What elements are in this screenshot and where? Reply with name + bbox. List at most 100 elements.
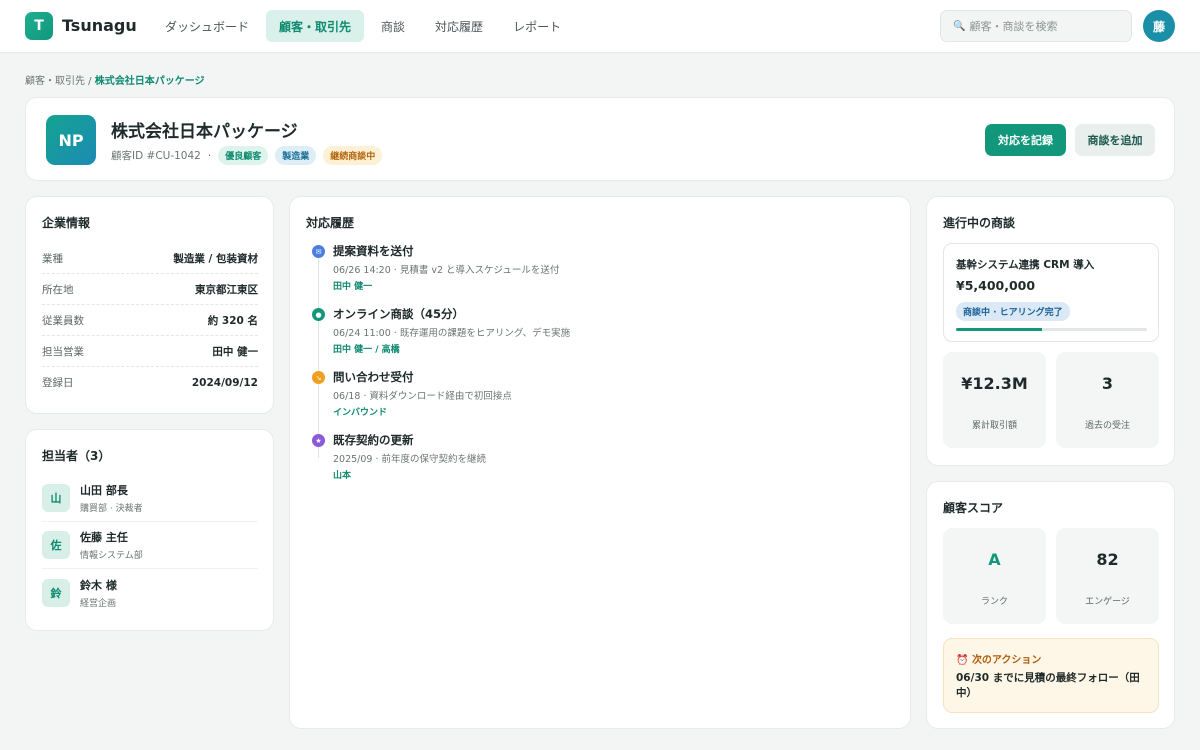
contacts-card: 担当者（3） 山 山田 部長購買部 · 決裁者 佐 佐藤 主任情報システム部 鈴… (25, 429, 274, 631)
stat-value: A (988, 550, 1001, 569)
customer-score-title: 顧客スコア (943, 501, 1004, 515)
stat-label: ランク (980, 597, 1008, 607)
contact-name: 佐藤 主任 (80, 531, 128, 544)
nav-tab-dashboard[interactable]: ダッシュボード (152, 10, 262, 42)
next-action-box[interactable]: ⏰ 次のアクション 06/30 までに見積の最終フォロー（田中） (943, 638, 1159, 713)
contacts-title: 担当者（3） (42, 449, 111, 463)
active-deals-title: 進行中の商談 (943, 216, 1016, 230)
info-row-industry: 業種 製造業 / 包装資材 (42, 243, 258, 274)
timeline-item-owner: インバウンド (333, 408, 388, 418)
contact-avatar: 山 (42, 484, 70, 512)
info-value: 2024/09/12 (191, 376, 258, 389)
tag-industry: 製造業 (275, 146, 317, 165)
star-icon: ★ (312, 434, 325, 447)
stat-value: 82 (1096, 550, 1119, 569)
inbound-icon: ↘ (312, 371, 325, 384)
info-row-sales-rep: 担当営業 田中 健一 (42, 336, 258, 367)
timeline-item-desc: 06/18 · 資料ダウンロード経由で初回接点 (333, 391, 512, 402)
timeline-item-desc: 06/26 14:20 · 見積書 v2 と導入スケジュールを送付 (333, 265, 560, 276)
meta-separator: · (207, 149, 212, 162)
next-action-text: 06/30 までに見積の最終フォロー（田中） (956, 672, 1140, 699)
contact-role: 経営企画 (80, 598, 117, 609)
deal-name: 基幹システム連携 CRM 導入 (956, 259, 1095, 271)
info-key: 業種 (42, 252, 63, 265)
contact-avatar: 鈴 (42, 578, 70, 607)
app-name: Tsunagu (62, 16, 137, 35)
customer-id: 顧客ID #CU-1042 (111, 150, 201, 162)
timeline-item-owner: 田中 健一 / 高橋 (333, 345, 400, 355)
info-value: 製造業 / 包装資材 (173, 252, 258, 265)
breadcrumb-separator: / (85, 76, 95, 87)
activity-history-title: 対応履歴 (306, 216, 355, 230)
add-deal-button[interactable]: 商談を追加 (1075, 124, 1155, 156)
main-nav: ダッシュボード 顧客・取引先 商談 対応履歴 レポート (152, 10, 574, 42)
nav-tab-reports[interactable]: レポート (500, 10, 574, 42)
info-value: 東京都江東区 (195, 283, 258, 296)
stat-engagement: 82 エンゲージ (1056, 528, 1159, 624)
activity-history-card: 対応履歴 ✉ 提案資料を送付 06/26 14:20 · 見積書 v2 と導入ス… (289, 196, 911, 729)
contact-role: 情報システム部 (80, 551, 143, 561)
search-box[interactable]: 🔍 (940, 10, 1132, 42)
breadcrumb: 顧客・取引先 / 株式会社日本パッケージ (25, 72, 205, 87)
info-key: 登録日 (42, 377, 74, 389)
deal-progress-bar (956, 328, 1147, 331)
record-activity-button[interactable]: 対応を記録 (985, 124, 1066, 156)
contact-item[interactable]: 山 山田 部長購買部 · 決裁者 (42, 475, 258, 522)
customer-header-card: NP 株式会社日本パッケージ 顧客ID #CU-1042 · 優良顧客 製造業 … (25, 97, 1175, 181)
info-key: 所在地 (42, 283, 74, 296)
meeting-icon: ● (312, 308, 325, 321)
search-input[interactable] (969, 19, 1130, 33)
deal-progress-fill (956, 328, 1042, 331)
company-info-card: 企業情報 業種 製造業 / 包装資材 所在地 東京都江東区 従業員数約 320 名 … (25, 196, 274, 414)
top-bar: T Tsunagu ダッシュボード 顧客・取引先 商談 対応履歴 レポート 🔍 … (0, 0, 1200, 53)
info-key: 担当営業 (42, 345, 84, 358)
next-action-title: ⏰ 次のアクション (956, 651, 1041, 666)
active-deals-card: 進行中の商談 基幹システム連携 CRM 導入 ¥5,400,000 商談中 · … (926, 196, 1175, 466)
stat-past-orders: 3 過去の受注 (1056, 352, 1159, 448)
info-row-employees: 従業員数 約 320 名 (42, 305, 258, 336)
deal-amount: ¥5,400,000 (956, 278, 1036, 293)
app-logo[interactable]: T (25, 12, 53, 40)
timeline-item-desc: 06/24 11:00 · 既存運用の課題をヒアリング、デモ実施 (333, 328, 571, 339)
nav-tab-history[interactable]: 対応履歴 (422, 10, 496, 42)
contact-name: 山田 部長 (80, 484, 128, 497)
nav-tab-deals[interactable]: 商談 (368, 10, 418, 42)
timeline-item-title: 既存契約の更新 (333, 433, 414, 447)
search-icon: 🔍 (953, 20, 966, 32)
company-logo: NP (46, 115, 96, 165)
timeline-item-title: 提案資料を送付 (333, 244, 414, 258)
stat-label: 過去の受注 (1084, 421, 1130, 431)
user-avatar[interactable]: 藤 (1143, 10, 1175, 42)
timeline-item-owner: 山本 (333, 471, 352, 481)
nav-tab-customers[interactable]: 顧客・取引先 (266, 10, 365, 42)
info-value: 約 320 名 (207, 314, 258, 327)
info-row-location: 所在地 東京都江東区 (42, 274, 258, 305)
alarm-clock-icon: ⏰ (956, 655, 969, 666)
tag-vip: 優良顧客 (218, 146, 269, 165)
info-value: 田中 健一 (212, 345, 258, 358)
contact-name: 鈴木 様 (80, 578, 117, 592)
breadcrumb-current: 株式会社日本パッケージ (94, 76, 205, 87)
breadcrumb-parent[interactable]: 顧客・取引先 (25, 76, 85, 87)
customer-meta: 顧客ID #CU-1042 · 優良顧客 製造業 継続商談中 (111, 146, 383, 165)
stat-label: 累計取引額 (971, 421, 1017, 431)
stat-total-revenue: ¥12.3M 累計取引額 (943, 352, 1046, 448)
stat-rank: A ランク (943, 528, 1046, 624)
info-row-registered: 登録日 2024/09/12 (42, 367, 258, 398)
page-title: 株式会社日本パッケージ (111, 122, 298, 142)
timeline-item-desc: 2025/09 · 前年度の保守契約を継続 (333, 454, 487, 465)
contact-role: 購買部 · 決裁者 (80, 504, 143, 514)
tag-status: 継続商談中 (323, 146, 383, 165)
contact-avatar: 佐 (42, 531, 70, 559)
stat-label: エンゲージ (1085, 597, 1130, 607)
timeline-item-title: 問い合わせ受付 (333, 370, 414, 384)
deal-item[interactable]: 基幹システム連携 CRM 導入 ¥5,400,000 商談中 · ヒアリング完了 (943, 243, 1159, 342)
mail-icon: ✉ (312, 245, 325, 258)
contact-item[interactable]: 佐 佐藤 主任情報システム部 (42, 522, 258, 569)
timeline-line (318, 252, 319, 458)
next-action-label: 次のアクション (971, 655, 1042, 666)
contact-item[interactable]: 鈴 鈴木 様経営企画 (42, 569, 258, 616)
stat-value: ¥12.3M (961, 374, 1028, 393)
customer-score-card: 顧客スコア A ランク 82 エンゲージ ⏰ 次のアクション 06/30 までに… (926, 481, 1175, 729)
timeline-item-title: オンライン商談（45分） (333, 307, 465, 321)
